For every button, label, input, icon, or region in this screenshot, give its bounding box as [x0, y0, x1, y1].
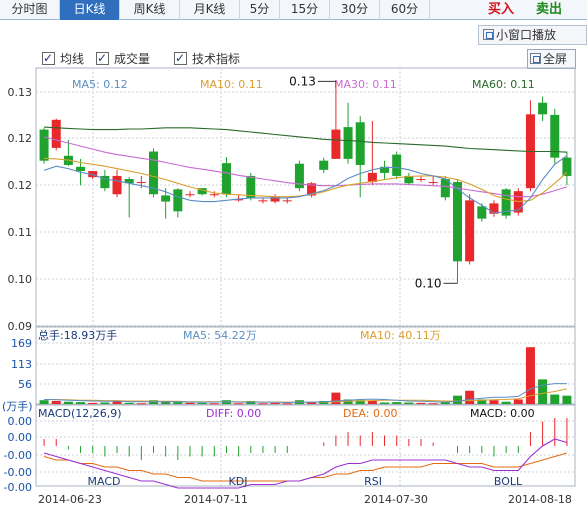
- candle-body: [161, 195, 171, 202]
- candle-body: [51, 119, 61, 148]
- candle-body: [538, 102, 548, 115]
- volume-ma5-label: MA5: 54.22万: [183, 329, 257, 342]
- volume-bar: [307, 402, 317, 404]
- date-label: 2014-06-23: [38, 493, 102, 506]
- date-label: 2014-08-18: [508, 493, 572, 506]
- macd-tick-label: -0.00: [4, 466, 32, 479]
- low-marker-label: 0.10: [415, 276, 442, 290]
- price-tick-label: 0.11: [8, 226, 33, 239]
- volume-bar: [380, 402, 390, 404]
- volume-bar: [185, 402, 195, 404]
- volume-bar: [100, 402, 110, 404]
- macd-dea-label: DEA: 0.00: [343, 407, 397, 420]
- volume-bar: [550, 394, 560, 404]
- candle-body: [477, 206, 487, 219]
- candle-body: [112, 175, 122, 195]
- macd-tick-label: 0.00: [8, 431, 33, 444]
- price-tick-label: 0.13: [8, 86, 33, 99]
- date-label: 2014-07-11: [184, 493, 248, 506]
- volume-bar: [270, 402, 280, 404]
- candle-body: [428, 182, 438, 184]
- volume-bar: [489, 400, 499, 404]
- ma-legend-ma5: MA5: 0.12: [72, 78, 128, 91]
- candle-body: [136, 182, 146, 184]
- volume-bar: [88, 402, 98, 404]
- volume-tick-label: 113: [11, 358, 32, 371]
- volume-unit-label: (万手): [2, 399, 33, 413]
- volume-bar: [282, 403, 292, 405]
- volume-bar: [197, 402, 207, 404]
- candle-body: [282, 200, 292, 202]
- candle-body: [221, 163, 231, 195]
- volume-bar: [234, 403, 244, 405]
- volume-bar: [136, 403, 146, 405]
- volume-bar: [452, 395, 462, 404]
- volume-bar: [538, 379, 548, 404]
- candle-body: [209, 194, 219, 196]
- volume-bar: [428, 403, 438, 405]
- candle-body: [173, 189, 183, 212]
- candle-body: [562, 157, 572, 176]
- volume-total-label: 总手:18.93万手: [38, 328, 117, 342]
- candle-body: [355, 122, 365, 165]
- volume-tick-label: 169: [11, 337, 32, 350]
- volume-bar: [124, 402, 134, 404]
- volume-tick-label: 56: [18, 378, 32, 391]
- candle-body: [331, 129, 341, 159]
- volume-bar: [258, 403, 268, 405]
- volume-bar: [404, 402, 414, 404]
- candle-body: [39, 129, 49, 161]
- candle-body: [76, 166, 86, 172]
- candle-body: [343, 127, 353, 159]
- volume-bar: [465, 390, 475, 404]
- volume-bar: [367, 400, 377, 404]
- date-label: 2014-07-30: [364, 493, 428, 506]
- volume-bar: [513, 399, 523, 404]
- candle-body: [465, 200, 475, 262]
- volume-ma10-label: MA10: 40.11万: [360, 329, 441, 342]
- ma60-line: [44, 126, 567, 153]
- volume-bar: [562, 395, 572, 404]
- volume-bar: [63, 401, 73, 404]
- price-tick-label: 0.12: [8, 179, 33, 192]
- candle-body: [416, 178, 426, 180]
- volume-bar: [501, 401, 511, 404]
- indicator-tab-kdj[interactable]: KDJ: [229, 475, 248, 488]
- indicator-tab-rsi[interactable]: RSI: [364, 475, 382, 488]
- macd-diff-label: DIFF: 0.00: [206, 407, 261, 420]
- candle-body: [392, 154, 402, 176]
- volume-bar: [209, 403, 219, 405]
- macd-dif-line: [43, 438, 568, 489]
- macd-value-label: MACD: 0.00: [470, 407, 535, 420]
- stock-chart[interactable]: 0.13 0.12 0.12 0.11 0.10 0.09 MA5: 0.12 MA10: 0…: [0, 0, 587, 508]
- macd-tick-label: -0.00: [4, 481, 32, 494]
- macd-title: MACD(12,26,9): [38, 407, 122, 420]
- volume-ma10-line: [44, 388, 568, 403]
- volume-bar: [392, 402, 402, 404]
- candle-body: [452, 182, 462, 262]
- ma-legend-ma60: MA60: 0.11: [472, 78, 535, 91]
- indicator-tab-macd[interactable]: MACD: [88, 475, 121, 488]
- candle-body: [319, 160, 329, 170]
- price-tick-label: 0.12: [8, 132, 33, 145]
- high-marker-label: 0.13: [289, 74, 316, 88]
- volume-bar: [76, 402, 86, 404]
- volume-bar: [51, 400, 61, 404]
- indicator-tab-boll[interactable]: BOLL: [494, 475, 523, 488]
- macd-tick-label: -0.00: [4, 449, 32, 462]
- volume-bar: [173, 402, 183, 404]
- macd-tick-label: 0.00: [8, 415, 33, 428]
- ma-legend-ma10: MA10: 0.11: [200, 78, 263, 91]
- volume-bar: [39, 400, 49, 404]
- ma30-line: [43, 136, 568, 198]
- candle-body: [185, 194, 195, 196]
- volume-bar: [440, 402, 450, 404]
- price-tick-label: 0.10: [8, 273, 33, 286]
- volume-bar: [416, 402, 426, 404]
- candle-body: [258, 200, 268, 202]
- macd-dea-line: [43, 452, 568, 482]
- price-tick-label: 0.09: [8, 320, 33, 333]
- ma-legend-ma30: MA30: 0.11: [334, 78, 397, 91]
